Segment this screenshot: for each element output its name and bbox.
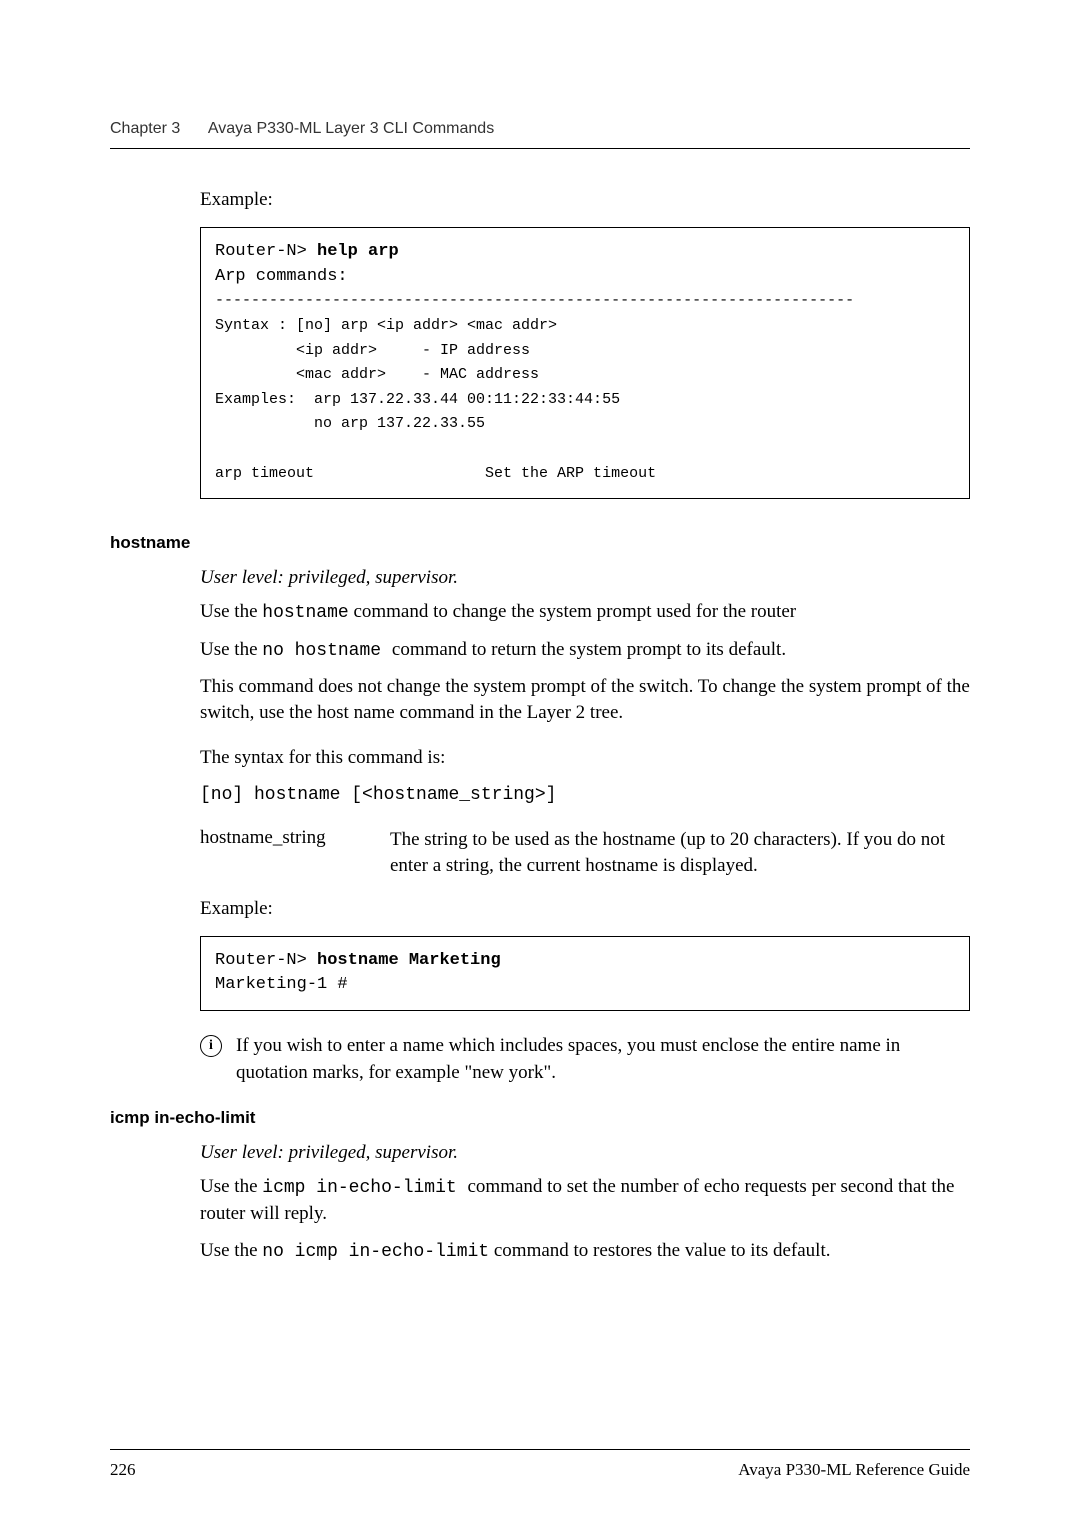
page-number: 226: [110, 1460, 136, 1480]
code-block-help-arp: Router-N> help arp Arp commands: -------…: [200, 227, 970, 499]
paragraph: Use the no hostname command to return th…: [200, 637, 970, 664]
inline-code: hostname: [262, 603, 348, 623]
chapter-title: Avaya P330-ML Layer 3 CLI Commands: [208, 120, 494, 137]
cli-prompt: Router-N>: [215, 242, 317, 261]
example-label: Example:: [200, 898, 970, 920]
inline-code: no hostname: [262, 641, 392, 661]
inline-code: icmp in-echo-limit: [262, 1178, 467, 1198]
cli-output: Arp commands:: [215, 267, 348, 286]
separator: ----------------------------------------…: [215, 292, 854, 309]
cli-output: <ip addr> - IP address: [215, 342, 530, 359]
syntax-label: The syntax for this command is:: [200, 745, 970, 772]
inline-code: no icmp in-echo-limit: [262, 1242, 489, 1262]
cli-prompt: Router-N>: [215, 951, 317, 970]
command-heading-icmp: icmp in-echo-limit: [110, 1108, 970, 1128]
user-level: User level: privileged, supervisor.: [200, 567, 970, 589]
parameter-row: hostname_string The string to be used as…: [200, 827, 970, 880]
parameter-name: hostname_string: [200, 827, 390, 880]
example-label: Example:: [200, 189, 970, 211]
page-footer: 226 Avaya P330-ML Reference Guide: [110, 1449, 970, 1480]
note-text: If you wish to enter a name which includ…: [236, 1033, 970, 1086]
paragraph: This command does not change the system …: [200, 674, 970, 727]
info-icon: i: [200, 1035, 222, 1057]
paragraph: Use the icmp in-echo-limit command to se…: [200, 1174, 970, 1228]
paragraph: Use the no icmp in-echo-limit command to…: [200, 1238, 970, 1265]
parameter-description: The string to be used as the hostname (u…: [390, 827, 970, 880]
user-level: User level: privileged, supervisor.: [200, 1142, 970, 1164]
cli-output: <mac addr> - MAC address: [215, 366, 539, 383]
chapter-header: Chapter 3 Avaya P330-ML Layer 3 CLI Comm…: [110, 120, 970, 149]
paragraph: Use the hostname command to change the s…: [200, 599, 970, 626]
cli-command: help arp: [317, 242, 399, 261]
cli-output: arp timeout Set the ARP timeout: [215, 465, 656, 482]
cli-output: Syntax : [no] arp <ip addr> <mac addr>: [215, 317, 557, 334]
command-heading-hostname: hostname: [110, 533, 970, 553]
cli-output: Examples: arp 137.22.33.44 00:11:22:33:4…: [215, 391, 620, 408]
note: i If you wish to enter a name which incl…: [200, 1033, 970, 1086]
cli-command: hostname Marketing: [317, 951, 501, 970]
code-block-hostname: Router-N> hostname Marketing Marketing-1…: [200, 936, 970, 1011]
chapter-number: Chapter 3: [110, 120, 180, 138]
cli-output: Marketing-1 #: [215, 975, 348, 994]
cli-output: no arp 137.22.33.55: [215, 415, 485, 432]
syntax-code: [no] hostname [<hostname_string>]: [200, 782, 970, 809]
doc-title: Avaya P330-ML Reference Guide: [738, 1460, 970, 1480]
